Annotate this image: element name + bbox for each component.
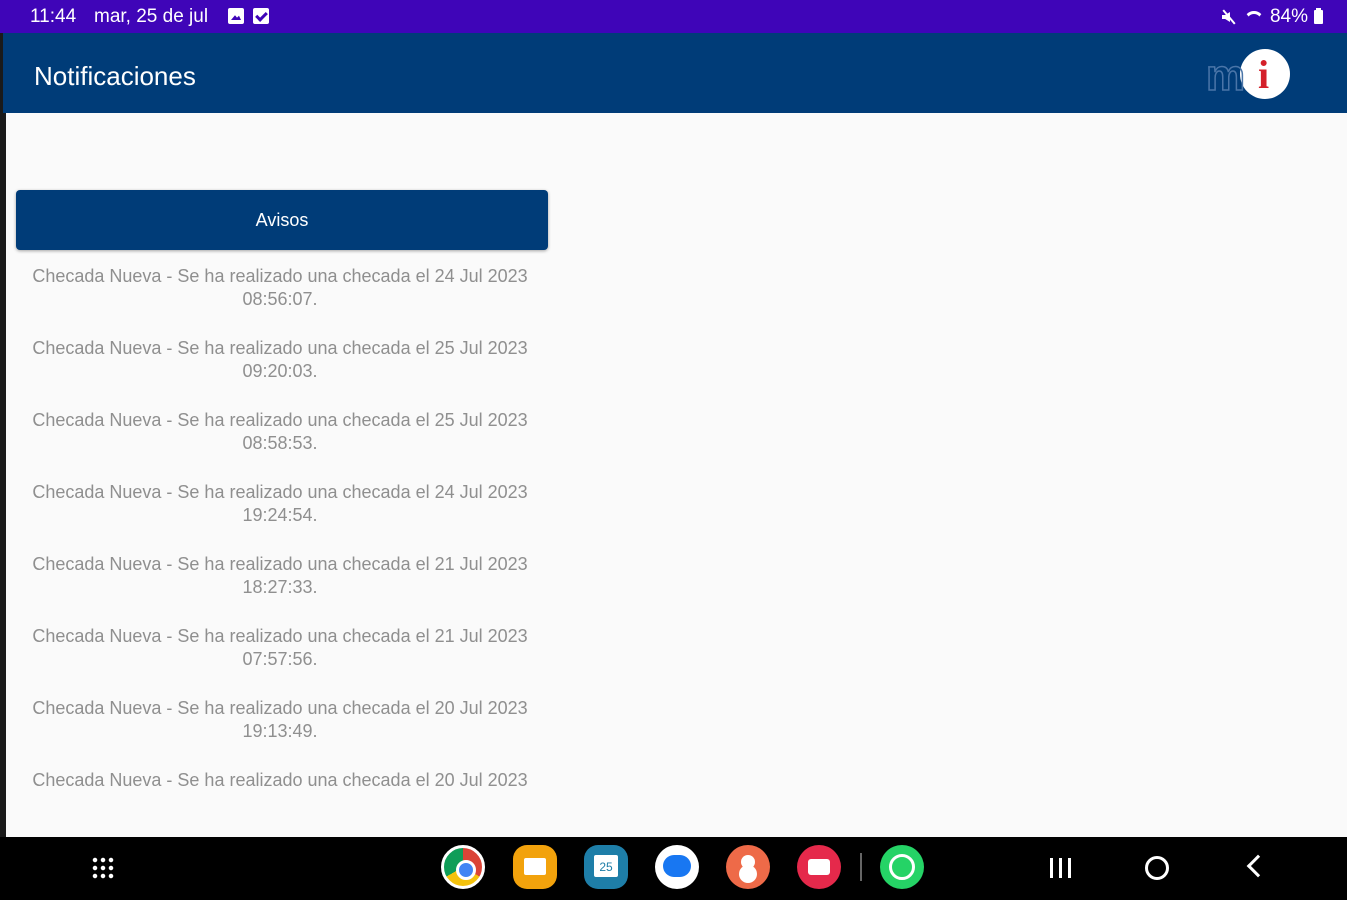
whatsapp-icon[interactable] bbox=[880, 845, 924, 889]
system-nav-bar bbox=[0, 837, 1347, 900]
notification-item[interactable]: Checada Nueva - Se ha realizado una chec… bbox=[16, 695, 544, 767]
home-button[interactable] bbox=[1145, 856, 1169, 880]
notification-item[interactable]: Checada Nueva - Se ha realizado una chec… bbox=[16, 767, 544, 839]
notification-item[interactable]: Checada Nueva - Se ha realizado una chec… bbox=[16, 407, 544, 479]
notification-item[interactable]: Checada Nueva - Se ha realizado una chec… bbox=[16, 551, 544, 623]
status-bar: 11:44 mar, 25 de jul 84% bbox=[0, 0, 1347, 33]
notification-item[interactable]: Checada Nueva - Se ha realizado una chec… bbox=[16, 335, 544, 407]
messages-icon[interactable] bbox=[655, 845, 699, 889]
wifi-icon bbox=[1244, 9, 1264, 25]
camera-icon[interactable] bbox=[797, 845, 841, 889]
app-logo: m i bbox=[1205, 49, 1296, 105]
chrome-icon[interactable] bbox=[441, 845, 485, 889]
logo-letter-m: m bbox=[1205, 50, 1246, 101]
notification-item[interactable]: Checada Nueva - Se ha realizado una chec… bbox=[16, 479, 544, 551]
status-date: mar, 25 de jul bbox=[94, 6, 209, 27]
task-notification-icon bbox=[253, 8, 269, 24]
calendar-icon[interactable] bbox=[584, 845, 628, 889]
app-drawer-icon[interactable] bbox=[91, 856, 115, 880]
app-bar: Notificaciones m i bbox=[3, 33, 1347, 113]
status-time: 11:44 bbox=[30, 6, 77, 27]
recents-button[interactable] bbox=[1050, 858, 1072, 878]
battery-level: 84% bbox=[1269, 6, 1308, 27]
notification-item[interactable]: Checada Nueva - Se ha realizado una chec… bbox=[16, 623, 544, 695]
battery-icon bbox=[1314, 8, 1323, 24]
notification-list: Checada Nueva - Se ha realizado una chec… bbox=[16, 263, 544, 839]
contacts-icon[interactable] bbox=[726, 845, 770, 889]
notification-item[interactable]: Checada Nueva - Se ha realizado una chec… bbox=[16, 263, 544, 335]
avisos-button[interactable]: Avisos bbox=[16, 190, 548, 250]
dock-divider bbox=[860, 853, 862, 881]
logo-letter-i: i bbox=[1258, 52, 1270, 97]
files-icon[interactable] bbox=[513, 845, 557, 889]
gallery-notification-icon bbox=[228, 8, 244, 24]
back-button[interactable] bbox=[1246, 854, 1270, 878]
page-title: Notificaciones bbox=[34, 61, 196, 91]
status-right: 84% bbox=[1220, 6, 1323, 28]
mute-icon bbox=[1220, 8, 1238, 26]
